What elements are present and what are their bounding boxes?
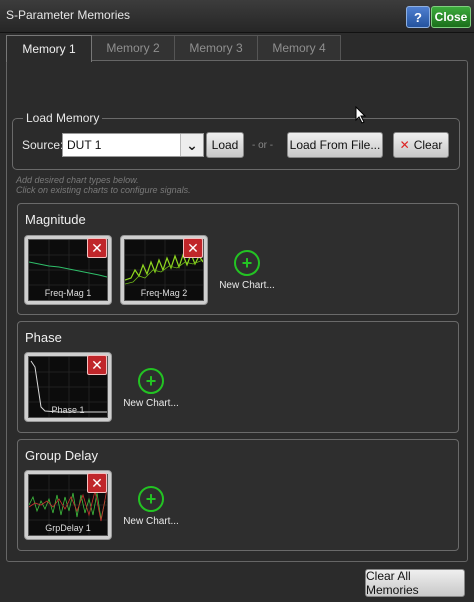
- clear-button[interactable]: ✕ Clear: [393, 132, 449, 158]
- chart-caption: Phase 1: [51, 405, 85, 415]
- hint-line-1: Add desired chart types below.: [16, 175, 139, 185]
- chart-caption: Freq-Mag 2: [140, 288, 188, 298]
- load-memory-title: Load Memory: [23, 111, 103, 125]
- new-chart-button-magnitude[interactable]: + New Chart...: [212, 250, 282, 291]
- chart-thumbnail-phase-1[interactable]: ✕ Phase 1: [24, 352, 112, 422]
- clear-label: Clear: [413, 138, 443, 152]
- chart-thumbnail-freq-mag-2[interactable]: ✕ Freq-Mag 2: [120, 235, 208, 305]
- delete-chart-button[interactable]: ✕: [87, 473, 107, 493]
- add-icon: +: [234, 250, 260, 276]
- delete-chart-button[interactable]: ✕: [87, 355, 107, 375]
- chart-caption: Freq-Mag 1: [44, 288, 92, 298]
- add-icon: +: [138, 486, 164, 512]
- new-chart-button-group-delay[interactable]: + New Chart...: [116, 486, 186, 527]
- tab-memory-1[interactable]: Memory 1: [6, 35, 92, 62]
- new-chart-label: New Chart...: [123, 516, 179, 527]
- source-value: DUT 1: [67, 138, 102, 152]
- load-button[interactable]: Load: [206, 132, 244, 158]
- or-separator: - or -: [252, 140, 274, 151]
- help-button[interactable]: ?: [406, 6, 430, 28]
- tab-memory-3[interactable]: Memory 3: [174, 35, 258, 60]
- section-title-group-delay: Group Delay: [25, 448, 98, 463]
- clear-all-memories-button[interactable]: Clear All Memories: [365, 569, 465, 597]
- chevron-down-icon[interactable]: ⌄: [180, 134, 203, 156]
- new-chart-label: New Chart...: [219, 280, 275, 291]
- title-bar: S-Parameter Memories ? Close: [0, 0, 474, 33]
- source-label: Source:: [22, 138, 64, 152]
- delete-chart-button[interactable]: ✕: [87, 238, 107, 258]
- mouse-cursor-icon: [355, 106, 367, 124]
- window-title: S-Parameter Memories: [6, 8, 131, 22]
- close-button[interactable]: Close: [431, 6, 471, 28]
- chart-thumbnail-grpdelay-1[interactable]: ✕ GrpDelay 1: [24, 470, 112, 540]
- delete-chart-button[interactable]: ✕: [183, 238, 203, 258]
- tab-memory-2[interactable]: Memory 2: [91, 35, 175, 60]
- tab-memory-4[interactable]: Memory 4: [257, 35, 341, 60]
- hint-line-2: Click on existing charts to configure si…: [16, 185, 191, 195]
- chart-thumbnail-freq-mag-1[interactable]: ✕ Freq-Mag 1: [24, 235, 112, 305]
- section-title-magnitude: Magnitude: [25, 212, 86, 227]
- close-icon: ✕: [399, 138, 410, 152]
- new-chart-label: New Chart...: [123, 398, 179, 409]
- source-select[interactable]: DUT 1 ⌄: [62, 133, 204, 157]
- add-icon: +: [138, 368, 164, 394]
- new-chart-button-phase[interactable]: + New Chart...: [116, 368, 186, 409]
- section-title-phase: Phase: [25, 330, 62, 345]
- chart-caption: GrpDelay 1: [45, 523, 91, 533]
- load-from-file-button[interactable]: Load From File...: [287, 132, 383, 158]
